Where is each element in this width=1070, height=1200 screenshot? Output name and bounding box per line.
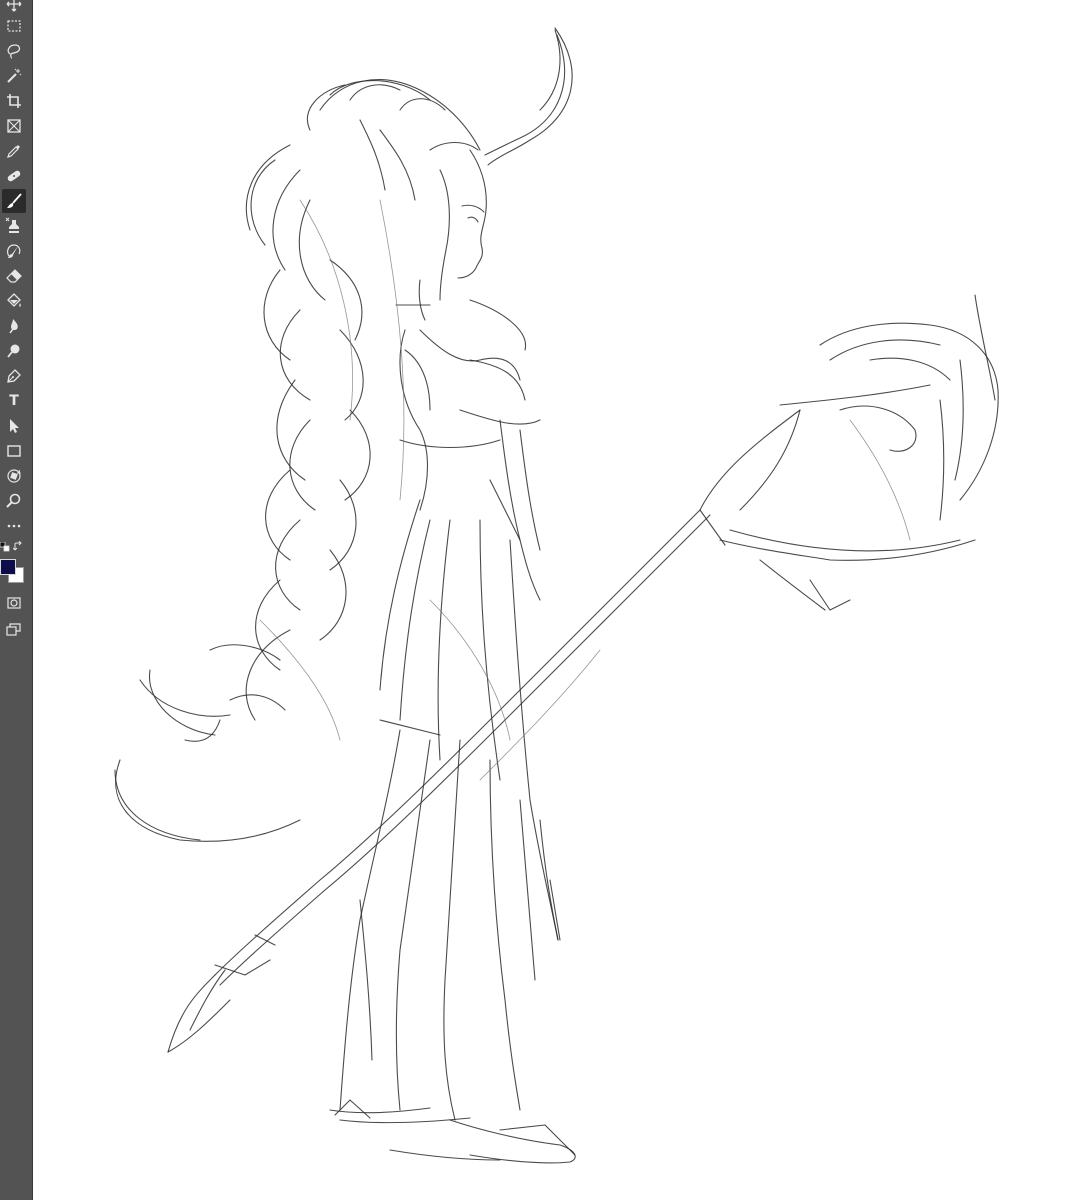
- color-swatches: [0, 540, 33, 590]
- clone-stamp-tool[interactable]: [2, 214, 26, 238]
- zoom-tool[interactable]: [2, 489, 26, 513]
- screen-mode-icon: [6, 623, 21, 636]
- history-brush-icon: [7, 244, 21, 258]
- dodge-icon: [7, 344, 20, 358]
- crop-tool[interactable]: [2, 89, 26, 113]
- frame-tool[interactable]: [2, 114, 26, 138]
- default-colors-icon[interactable]: [0, 542, 10, 552]
- tools-panel: T: [0, 0, 33, 1200]
- marquee-icon: [7, 20, 21, 32]
- frame-icon: [7, 119, 21, 133]
- history-brush-tool[interactable]: [2, 239, 26, 263]
- ellipsis-icon: [7, 524, 21, 528]
- stamp-icon: [5, 217, 19, 233]
- pen-icon: [7, 369, 21, 383]
- arrow-cursor-icon: [10, 419, 19, 433]
- type-tool[interactable]: T: [2, 389, 26, 413]
- rectangle-icon: [7, 445, 21, 457]
- paint-bucket-tool[interactable]: [2, 289, 26, 313]
- photoshop-window: T: [0, 0, 1070, 1200]
- marquee-tool[interactable]: [2, 14, 26, 38]
- type-icon: T: [9, 393, 19, 409]
- eraser-icon: [6, 269, 22, 283]
- brush-icon: [7, 193, 22, 208]
- blur-tool[interactable]: [2, 314, 26, 338]
- rotate-view-icon: [7, 469, 21, 483]
- bandage-icon: [7, 170, 21, 182]
- magic-wand-icon: [7, 68, 22, 83]
- path-selection-tool[interactable]: [2, 414, 26, 438]
- blur-icon: [9, 319, 18, 334]
- document-canvas[interactable]: [33, 0, 1070, 1200]
- dodge-tool[interactable]: [2, 339, 26, 363]
- eraser-tool[interactable]: [2, 264, 26, 288]
- eyedropper-icon: [7, 145, 20, 158]
- quick-mask-button[interactable]: [2, 591, 26, 615]
- eyedropper-tool[interactable]: [2, 139, 26, 163]
- healing-tool[interactable]: [2, 164, 26, 188]
- brush-tool[interactable]: [2, 189, 26, 213]
- pen-tool[interactable]: [2, 364, 26, 388]
- quick-mask-icon: [7, 597, 21, 609]
- rotate-view-tool[interactable]: [2, 464, 26, 488]
- crop-icon: [7, 94, 21, 108]
- more-tools-button[interactable]: [2, 514, 26, 538]
- paint-bucket-icon: [7, 293, 21, 307]
- lasso-tool[interactable]: [2, 39, 26, 63]
- zoom-icon: [6, 493, 21, 508]
- magic-wand-tool[interactable]: [2, 64, 26, 88]
- screen-mode-button[interactable]: [2, 617, 26, 641]
- move-icon: [6, 0, 22, 12]
- rectangle-tool[interactable]: [2, 439, 26, 463]
- sketch-drawing: [114, 27, 999, 1164]
- foreground-color-swatch[interactable]: [0, 559, 16, 575]
- swap-colors-icon[interactable]: [13, 541, 24, 552]
- lasso-icon: [7, 44, 21, 59]
